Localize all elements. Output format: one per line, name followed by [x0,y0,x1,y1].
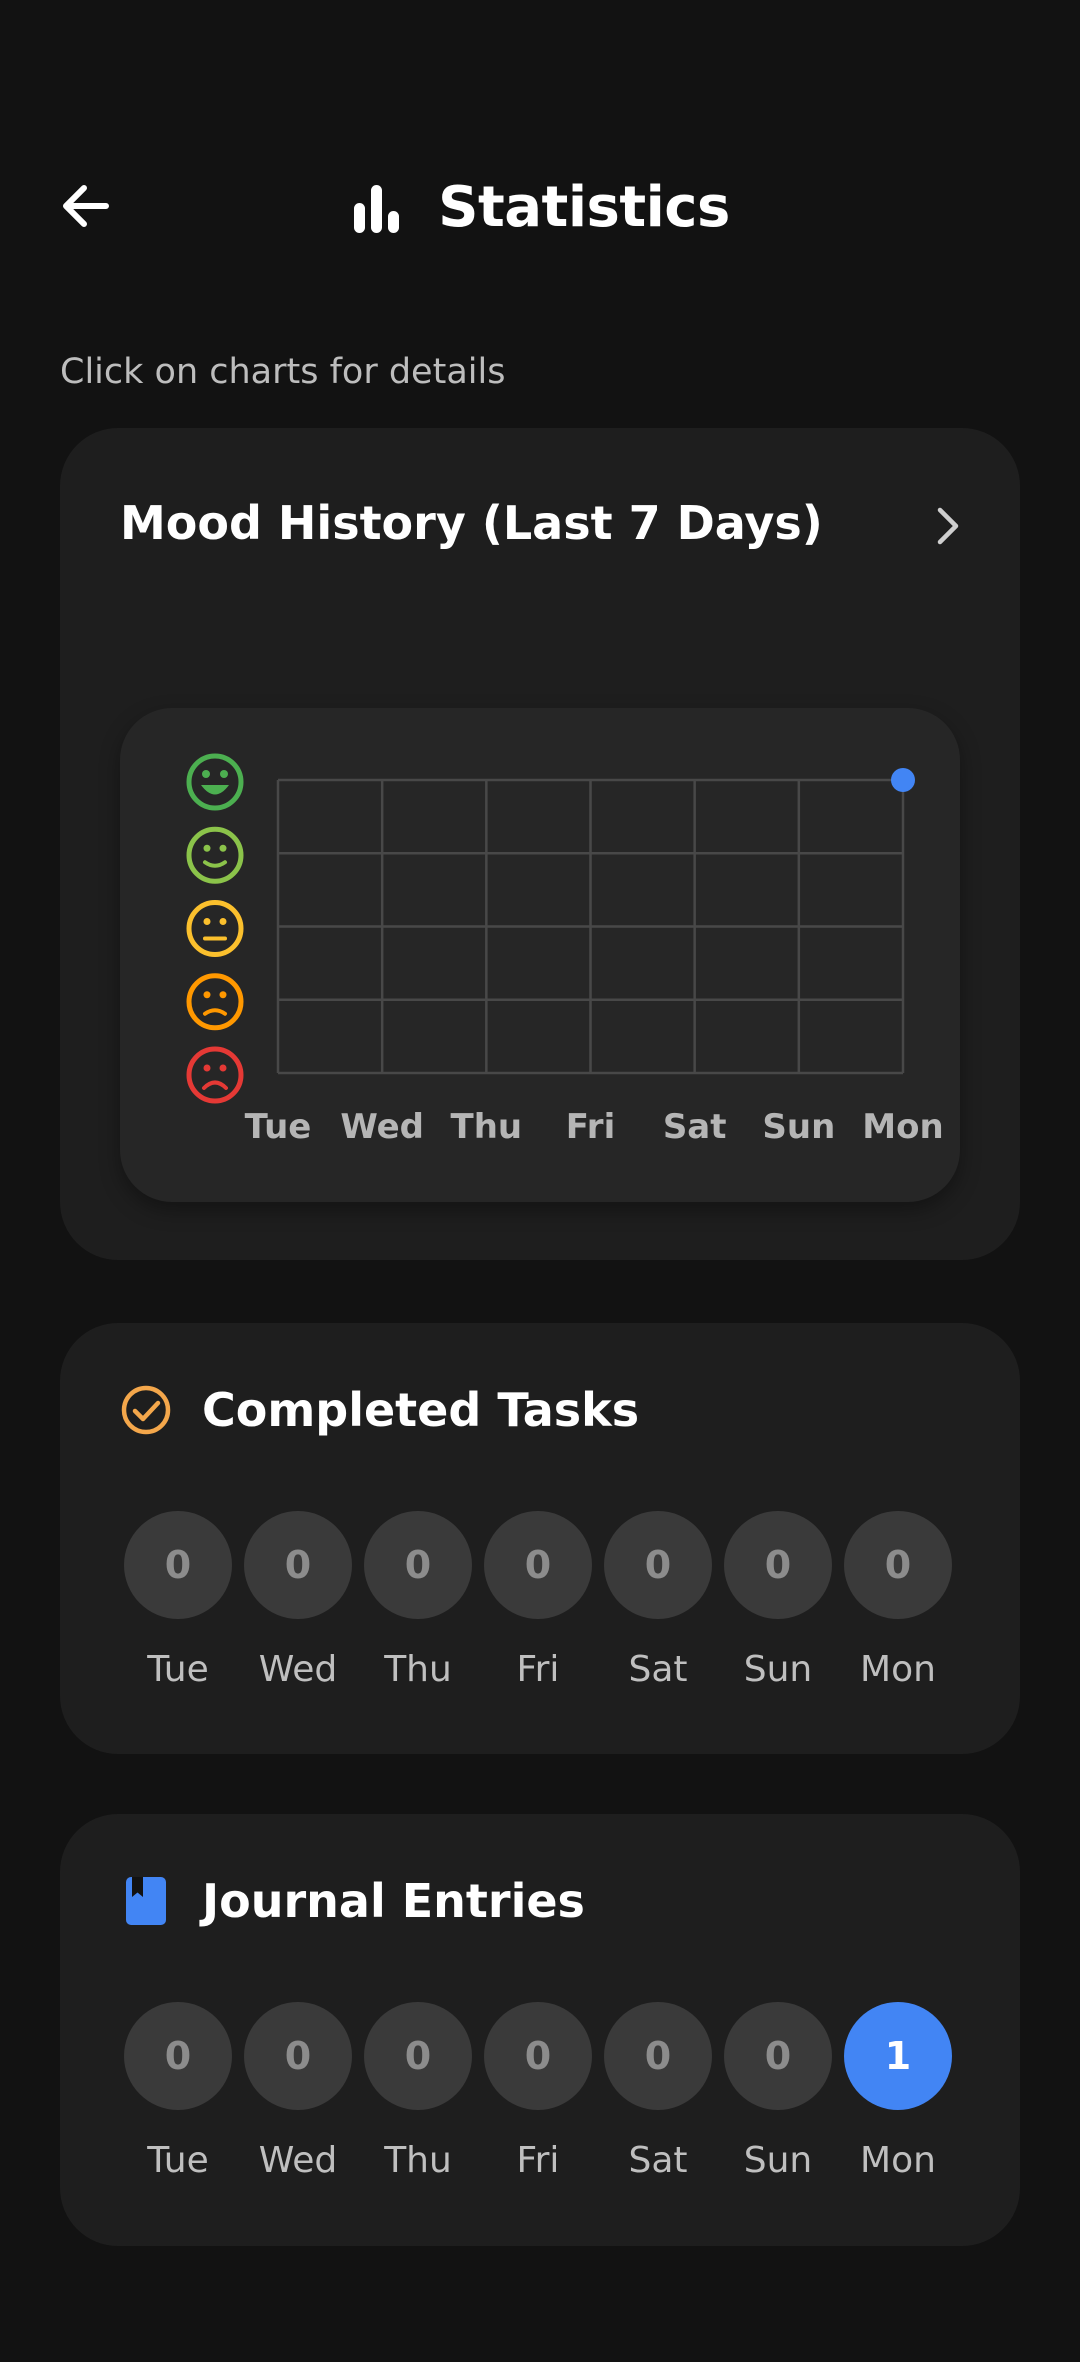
completed-tasks-card[interactable]: Completed Tasks 0 Tue 0 Wed 0 Thu 0 Fri 0 Sat 0 Sun… [60,1323,1020,1754]
journal-day-fri: 0 Fri [484,2002,592,2181]
journal-day-label: Mon [860,2140,936,2181]
journal-day-row: 0 Tue 0 Wed 0 Thu 0 Fri 0 Sat 0 Sun 1 Mon [124,2002,952,2181]
bar-chart-icon [354,184,400,233]
tasks-day-label: Fri [516,1649,560,1690]
journal-count-circle: 0 [364,2002,472,2110]
sad-face-icon [186,1046,244,1104]
journal-count-circle: 0 [724,2002,832,2110]
journal-count-circle: 0 [604,2002,712,2110]
hint-text: Click on charts for details [60,352,506,392]
bookmark-book-icon [126,1877,166,1925]
tasks-day-mon: 0 Mon [844,1511,952,1690]
tasks-count-circle: 0 [844,1511,952,1619]
journal-day-tue: 0 Tue [124,2002,232,2181]
journal-count-circle: 0 [484,2002,592,2110]
x-tick-label: Tue [245,1107,312,1147]
tasks-day-label: Thu [384,1649,452,1690]
mood-chart[interactable]: Tue Wed Thu Fri Sat Sun Mon [120,708,960,1202]
tasks-count-circle: 0 [244,1511,352,1619]
x-tick-label: Mon [862,1107,943,1147]
journal-count-circle: 0 [244,2002,352,2110]
tasks-day-label: Mon [860,1649,936,1690]
tasks-day-label: Tue [147,1649,209,1690]
neutral-face-icon [186,900,244,957]
tasks-day-wed: 0 Wed [244,1511,352,1690]
tasks-day-sat: 0 Sat [604,1511,712,1690]
x-tick-label: Thu [451,1107,523,1147]
x-tick-label: Sat [663,1107,727,1147]
journal-day-label: Wed [258,2140,338,2181]
x-tick-label: Wed [340,1107,424,1147]
tasks-count-circle: 0 [484,1511,592,1619]
journal-day-label: Sun [743,2140,813,2181]
x-tick-label: Fri [566,1107,615,1147]
journal-day-mon: 1 Mon [844,2002,952,2181]
tasks-day-sun: 0 Sun [724,1511,832,1690]
mood-history-card[interactable]: Mood History (Last 7 Days) Tue Wed Thu Fri S… [60,428,1020,1260]
mood-chart-svg: Tue Wed Thu Fri Sat Sun Mon [186,753,944,1147]
journal-entries-card[interactable]: Journal Entries 0 Tue 0 Wed 0 Thu 0 Fri 0 Sat 0 Sun… [60,1814,1020,2246]
journal-day-label: Fri [516,2140,560,2181]
journal-day-label: Sat [628,2140,688,2181]
tasks-count-circle: 0 [724,1511,832,1619]
chevron-right-icon [937,507,959,545]
tasks-count-circle: 0 [124,1511,232,1619]
slightly-sad-face-icon [186,973,244,1031]
tasks-day-thu: 0 Thu [364,1511,472,1690]
happy-face-icon [186,826,244,884]
page-title: Statistics [438,175,730,240]
tasks-day-fri: 0 Fri [484,1511,592,1690]
journal-day-wed: 0 Wed [244,2002,352,2181]
top-bar: Statistics [0,140,1080,270]
x-tick-label: Sun [762,1107,835,1147]
journal-day-sat: 0 Sat [604,2002,712,2181]
journal-count-circle: 0 [124,2002,232,2110]
tasks-day-tue: 0 Tue [124,1511,232,1690]
tasks-count-circle: 0 [364,1511,472,1619]
mood-details-button[interactable] [924,498,972,554]
tasks-day-label: Sun [743,1649,813,1690]
tasks-card-title: Completed Tasks [202,1383,640,1437]
journal-day-label: Thu [384,2140,452,2181]
tasks-day-row: 0 Tue 0 Wed 0 Thu 0 Fri 0 Sat 0 Sun 0 Mon [124,1511,952,1690]
tasks-count-circle: 0 [604,1511,712,1619]
mood-data-point [891,768,915,792]
journal-card-title: Journal Entries [202,1874,585,1928]
tasks-day-label: Wed [258,1649,338,1690]
mood-card-title: Mood History (Last 7 Days) [120,496,823,550]
journal-count-circle: 1 [844,2002,952,2110]
journal-day-label: Tue [147,2140,209,2181]
journal-day-thu: 0 Thu [364,2002,472,2181]
check-circle-icon [121,1385,171,1435]
tasks-day-label: Sat [628,1649,688,1690]
very-happy-face-icon [186,753,244,811]
journal-day-sun: 0 Sun [724,2002,832,2181]
